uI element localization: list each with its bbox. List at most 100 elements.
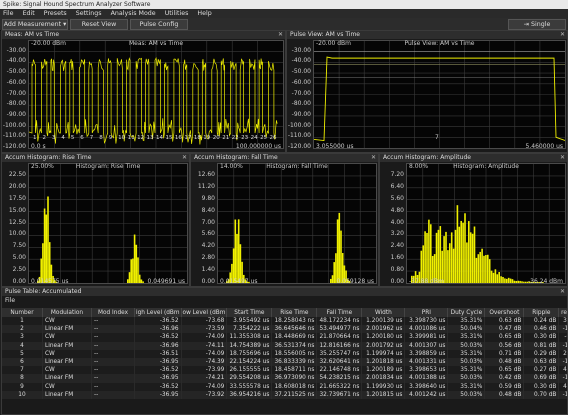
histogram-bar [340,230,342,283]
table-cell: 18.608018 ns [271,382,318,391]
table-cell: 36.645646 ns [271,325,318,334]
table-cell: 50.03% [447,341,486,350]
histogram-bar [460,220,462,283]
amp-plot-area[interactable]: Histogram: Amplitude 8.00% -37.88 dBm -3… [406,163,566,285]
table-cell: 0.47 dB [484,325,525,334]
table-cell: 3.398859 us [404,349,449,358]
y-tick-label: 2.80 [201,254,215,262]
fall-panel-header: Accum Histogram: Fall Time ✕ [191,154,378,162]
menu-help[interactable]: Help [197,10,211,17]
histogram-bar [127,279,129,283]
table-row[interactable]: 6 Linear FM -- -36.95 -74.39 22.154224 us 36.8… [2,357,567,367]
pulse-plot-area[interactable]: Pulse View: AM vs Time -20.00 dBm 3.0550… [313,40,566,150]
window-title-bar: Spike: Signal Hound Spectrum Analyzer So… [0,0,568,9]
close-icon[interactable]: ✕ [560,288,565,296]
table-row[interactable]: 10 Linear FM -- -36.95 -73.92 36.954216 us 37.… [2,390,567,399]
column-header[interactable]: igh Level (dBm [134,308,182,317]
column-header[interactable]: req Offset (Hz) [558,308,567,317]
y-tick-label: 12.50 [8,218,26,226]
menu-utilities[interactable]: Utilities [165,10,189,17]
table-row[interactable]: 5 CW -- -36.51 -74.09 18.755696 us 18.556005 n… [2,349,567,358]
column-header[interactable]: Duty Cycle [447,308,486,317]
histogram-bar [477,254,480,283]
amp-ref-level: 8.00% [409,163,429,170]
marker-label: 6 [80,135,84,141]
dropdown-arrow-icon: ▾ [63,21,67,28]
y-tick-label: 22.50 [8,170,26,178]
pulse-config-button[interactable]: Pulse Config [130,19,188,30]
table-row[interactable]: 1 CW -- -36.52 -73.68 3.955492 us 18.258043 ns… [2,317,567,326]
column-header[interactable]: Number [2,308,43,317]
histogram-bar [443,236,445,283]
reset-view-button[interactable]: Reset View [70,19,128,30]
table-cell: 4.001086 us [404,325,449,334]
table-row[interactable]: 9 CW -- -36.52 -74.09 33.555578 us 18.608018 n… [2,382,567,391]
menu-edit[interactable]: Edit [23,10,35,17]
pulse-table-scroll[interactable]: Number Modulation Mod Index igh Level (dBm o… [2,308,567,414]
histogram-bar [523,281,525,283]
column-header[interactable]: Start Time [226,308,273,317]
column-header[interactable]: Width [361,308,406,317]
column-header[interactable]: Modulation [42,308,92,317]
y-tick-label: 1.40 [201,266,215,274]
histogram-bar [135,244,138,283]
close-icon[interactable]: ✕ [278,31,283,39]
rise-x-start: 0.014575 us [31,278,69,285]
marker-label: 13 [147,135,154,141]
marker-label: 2 [42,135,46,141]
table-cell: 2.001792 us [361,341,406,350]
table-row[interactable]: 7 CW -- -36.52 -73.99 26.155555 us 18.458711 n… [2,366,567,375]
close-icon[interactable]: ✕ [182,154,187,162]
menu-presets[interactable]: Presets [44,10,67,17]
menu-file[interactable]: File [3,10,14,17]
histogram-bar [509,278,512,283]
menu-analysis-mode[interactable]: Analysis Mode [111,10,156,17]
pulse-panel-header-label: Pulse View: AM vs Time [290,31,361,38]
column-header[interactable]: ow Level (dBm [181,308,228,317]
marker-label: 15 [165,135,172,141]
column-header[interactable]: Overshoot [484,308,525,317]
histogram-bar [426,232,428,283]
table-cell: -10.099160 ... [558,390,567,399]
column-header[interactable]: PRI [404,308,449,317]
y-tick-label: -80.00 [6,100,26,108]
histogram-bar [140,279,143,283]
table-row[interactable]: 8 Linear FM -- -36.95 -74.21 29.554208 us 36.9… [2,374,567,383]
fall-panel-header-label: Accum Histogram: Fall Time [194,154,278,161]
table-row[interactable]: 2 Linear FM -- -36.96 -73.59 7.354222 us 36.64… [2,325,567,334]
fall-plot-graphics [218,164,376,283]
marker-label: 21 [222,135,229,141]
marker-label: 5 [71,135,75,141]
table-body: 1 CW -- -36.52 -73.68 3.955492 us 18.258043 ns… [2,317,567,399]
table-cell: Linear FM [42,357,92,367]
rise-plot-area[interactable]: Histogram: Rise Time 25.00% 0.014575 us … [28,163,188,285]
table-cell: -- [91,333,135,342]
histogram-bar [447,250,449,283]
close-icon[interactable]: ✕ [560,154,565,162]
menu-settings[interactable]: Settings [76,10,102,17]
single-label: Single [530,21,551,28]
column-header[interactable]: Mod Index [91,308,135,317]
table-row[interactable]: 4 Linear FM -- -36.96 -74.11 14.754389 us 36.5… [2,341,567,350]
close-icon[interactable]: ✕ [371,154,376,162]
table-cell: 35.31% [447,366,486,375]
meas-plot-area[interactable]: 1 2 3 4 5 6 7 8 9 10 11 12 13 14 15 16 17 18 19 20 21 22 23 24 2… [28,40,284,150]
table-row[interactable]: 3 CW -- -36.52 -74.09 11.355308 us 18.448669 n… [2,333,567,342]
column-header[interactable]: Ripple [523,308,560,317]
column-header[interactable]: Rise Time [271,308,318,317]
table-cell: -36.52 [134,366,182,375]
table-cell: -10.099896 ... [558,357,567,367]
y-tick-label: -60.00 [6,78,26,86]
amp-x-start: -37.88 dBm [409,278,445,285]
histogram-bar [45,214,48,283]
table-cell: 4.001307 us [404,341,449,350]
fall-plot-area[interactable]: Histogram: Fall Time 14.00% 0.015497 us … [217,163,377,285]
add-measurement-button[interactable]: Add Measurement ▾ [2,19,68,30]
marker-label: 24 [251,135,258,141]
column-header[interactable]: Fall Time [316,308,363,317]
single-button[interactable]: ⇥ Single [508,19,566,30]
close-icon[interactable]: ✕ [560,31,565,39]
table-cell: 1.200189 us [361,366,406,375]
menu-bar: File Edit Presets Settings Analysis Mode… [0,9,568,18]
pulse-table-file-menu[interactable]: File [5,297,15,304]
